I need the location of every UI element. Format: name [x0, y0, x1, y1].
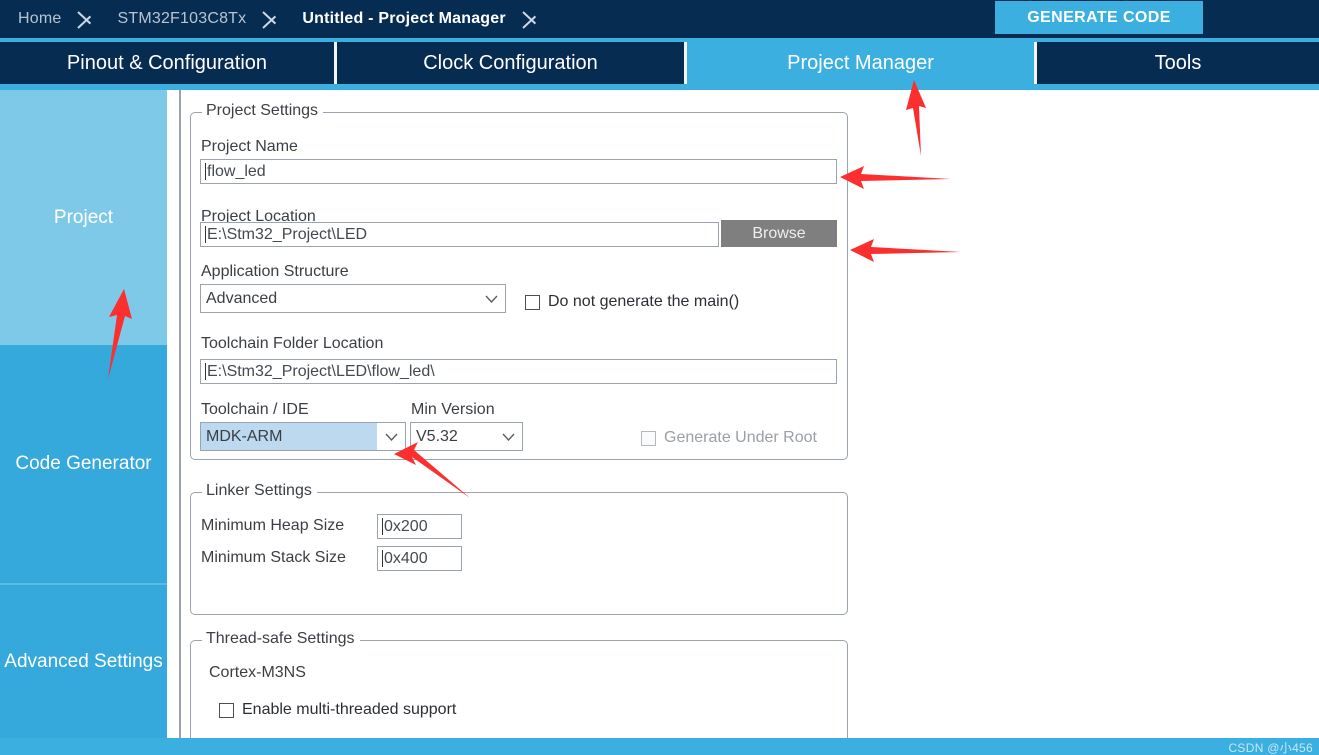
linker-settings-group: Linker Settings Minimum Heap Size 0x200 … — [190, 482, 848, 615]
toolchain-folder-location-label: Toolchain Folder Location — [201, 335, 384, 352]
generate-code-button[interactable]: GENERATE CODE — [995, 1, 1203, 34]
toolchain-ide-value: MDK-ARM — [201, 423, 377, 450]
sidebar-item-project[interactable]: Project — [0, 90, 167, 345]
cortex-core-label: Cortex-M3NS — [209, 664, 306, 681]
project-location-value: E:\Stm32_Project\LED — [207, 225, 368, 243]
project-name-input[interactable]: flow_led — [200, 159, 837, 184]
tab-clock-configuration[interactable]: Clock Configuration — [337, 42, 687, 84]
enable-multi-threaded-support-checkbox[interactable]: Enable multi-threaded support — [219, 701, 456, 719]
text-caret — [382, 550, 383, 567]
minimum-stack-size-value: 0x400 — [384, 549, 428, 567]
minimum-stack-size-input[interactable]: 0x400 — [377, 546, 462, 571]
chevron-down-icon — [477, 285, 505, 312]
content-divider — [179, 90, 181, 738]
browse-button[interactable]: Browse — [721, 220, 837, 247]
application-structure-label: Application Structure — [201, 263, 349, 280]
chevron-down-icon — [377, 423, 405, 450]
project-location-input[interactable]: E:\Stm32_Project\LED — [200, 222, 719, 247]
checkbox-box — [219, 702, 234, 718]
tab-project-manager[interactable]: Project Manager — [687, 42, 1037, 84]
checkbox-box — [641, 430, 656, 446]
tab-tools[interactable]: Tools — [1037, 42, 1319, 84]
csdn-watermark: CSDN @小456 — [1228, 741, 1313, 755]
toolchain-ide-label: Toolchain / IDE — [201, 401, 309, 418]
toolchain-folder-location-value: E:\Stm32_Project\LED\flow_led\ — [207, 362, 435, 380]
min-version-value: V5.32 — [416, 427, 458, 445]
breadcrumb-item-mcu[interactable]: STM32F103C8Tx — [103, 0, 288, 38]
stm32cubemx-window: Home STM32F103C8Tx Untitled - Project Ma… — [0, 0, 1319, 755]
breadcrumb-item-current[interactable]: Untitled - Project Manager — [288, 0, 547, 38]
enable-multi-threaded-support-label: Enable multi-threaded support — [242, 701, 457, 718]
chevron-right-icon — [260, 0, 286, 38]
project-settings-group: Project Settings Project Name flow_led P… — [190, 102, 848, 460]
generate-under-root-label: Generate Under Root — [664, 429, 817, 446]
checkbox-box — [525, 294, 540, 310]
chevron-right-icon — [75, 0, 101, 38]
thread-safe-settings-group: Thread-safe Settings Cortex-M3NS Enable … — [190, 630, 848, 738]
tab-pinout-configuration[interactable]: Pinout & Configuration — [0, 42, 337, 84]
main-tab-bar: Pinout & Configuration Clock Configurati… — [0, 38, 1319, 90]
generate-under-root-checkbox[interactable]: Generate Under Root — [641, 429, 817, 447]
top-breadcrumb-bar: Home STM32F103C8Tx Untitled - Project Ma… — [0, 0, 1319, 38]
breadcrumb-label: Untitled - Project Manager — [302, 10, 506, 27]
thread-safe-settings-title: Thread-safe Settings — [202, 630, 360, 648]
minimum-heap-size-input[interactable]: 0x200 — [377, 514, 462, 539]
text-caret — [382, 518, 383, 535]
left-sidebar: Project Code Generator Advanced Settings — [0, 90, 167, 738]
do-not-generate-main-checkbox[interactable]: Do not generate the main() — [525, 293, 739, 311]
minimum-heap-size-value: 0x200 — [384, 517, 428, 535]
min-version-select[interactable]: V5.32 — [410, 422, 523, 451]
bottom-status-bar — [0, 738, 1319, 755]
chevron-right-icon — [520, 0, 546, 38]
application-structure-value: Advanced — [206, 289, 278, 307]
toolchain-ide-select[interactable]: MDK-ARM — [200, 422, 406, 451]
breadcrumb-label: Home — [18, 10, 62, 27]
toolchain-folder-location-input[interactable]: E:\Stm32_Project\LED\flow_led\ — [200, 359, 837, 384]
linker-settings-title: Linker Settings — [202, 482, 317, 500]
do-not-generate-main-label: Do not generate the main() — [548, 293, 740, 310]
min-version-label: Min Version — [411, 401, 495, 418]
minimum-stack-size-label: Minimum Stack Size — [201, 549, 346, 566]
sidebar-item-advanced-settings[interactable]: Advanced Settings — [0, 583, 167, 738]
breadcrumb-label: STM32F103C8Tx — [117, 10, 247, 27]
project-name-value: flow_led — [207, 162, 266, 180]
text-caret — [205, 163, 206, 180]
application-structure-select[interactable]: Advanced — [200, 284, 506, 313]
sidebar-item-code-generator[interactable]: Code Generator — [0, 345, 167, 583]
breadcrumb-item-home[interactable]: Home — [0, 0, 103, 38]
minimum-heap-size-label: Minimum Heap Size — [201, 517, 345, 534]
project-name-label: Project Name — [201, 138, 298, 155]
text-caret — [205, 226, 206, 243]
chevron-down-icon — [494, 423, 522, 450]
text-caret — [205, 363, 206, 380]
project-settings-title: Project Settings — [202, 102, 324, 120]
